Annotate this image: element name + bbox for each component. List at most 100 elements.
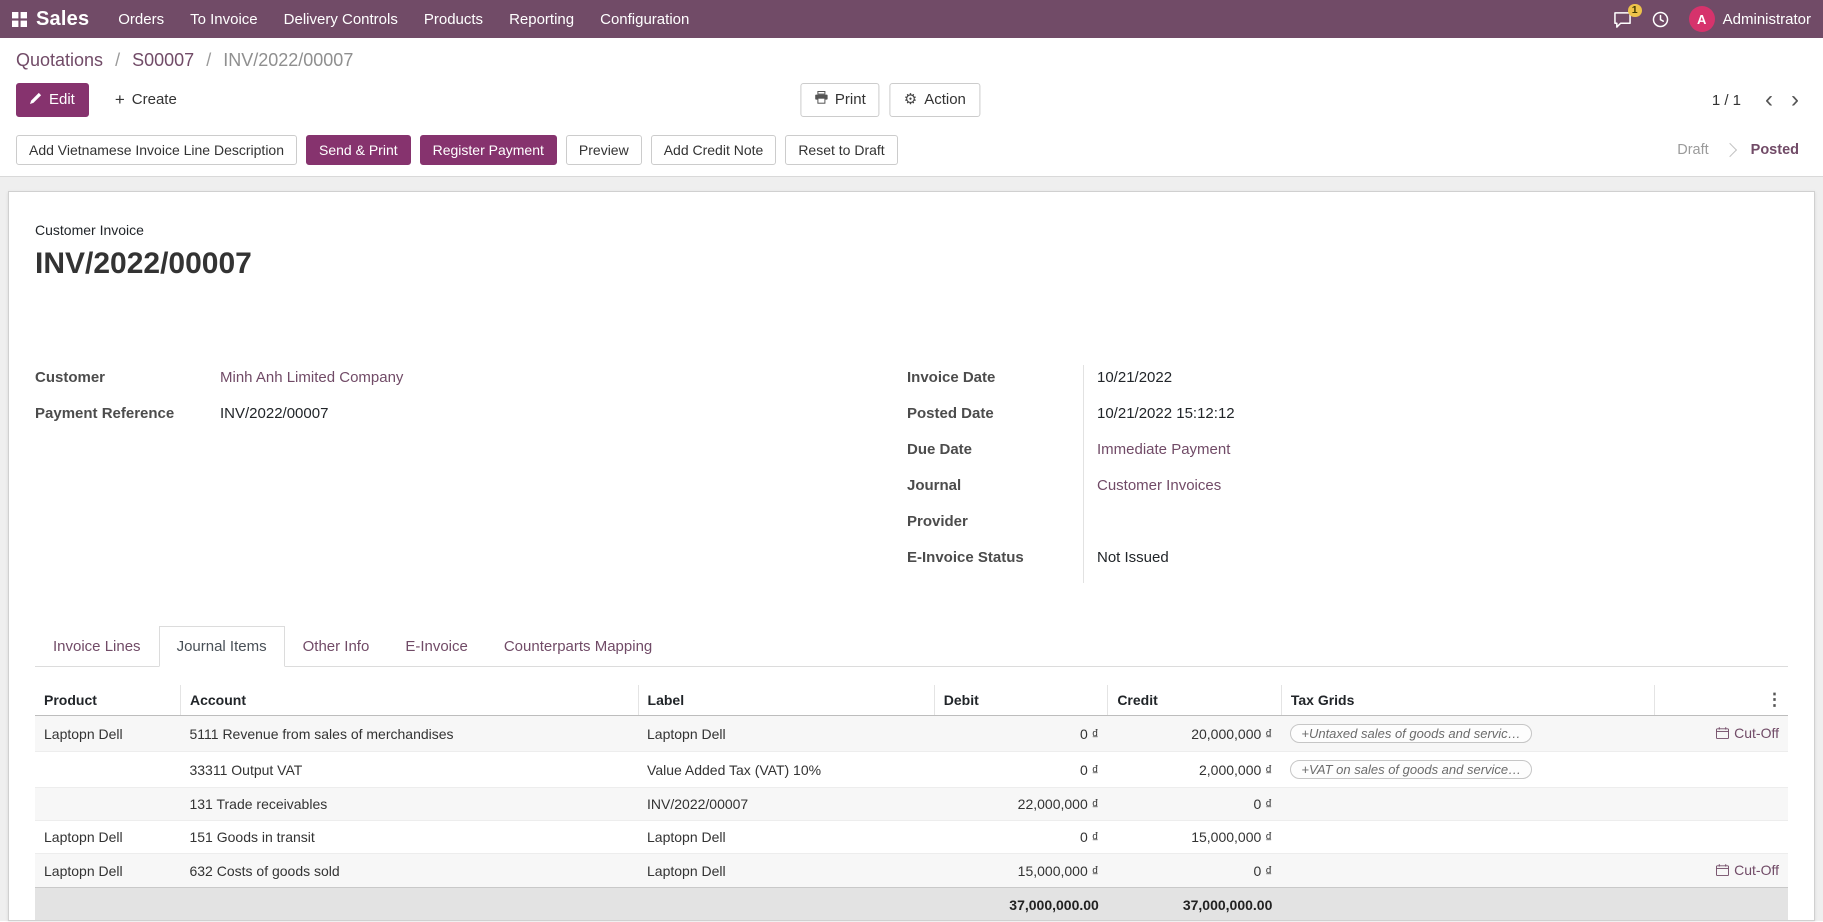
top-navbar: Sales Orders To Invoice Delivery Control… (0, 0, 1823, 38)
table-row[interactable]: 33311 Output VAT Value Added Tax (VAT) 1… (35, 752, 1788, 788)
gear-icon: ⚙ (904, 90, 917, 110)
column-header-credit[interactable]: Credit (1108, 685, 1282, 716)
totals-empty (638, 888, 934, 922)
cell-label: Laptopn Dell (638, 854, 934, 888)
avatar: A (1689, 6, 1715, 32)
customer-link[interactable]: Minh Anh Limited Company (220, 369, 403, 386)
tab-journal-items[interactable]: Journal Items (159, 626, 285, 667)
column-header-tax-grids[interactable]: Tax Grids (1281, 685, 1654, 716)
pager-previous-icon[interactable]: ‹ (1757, 90, 1781, 110)
nav-menu-orders[interactable]: Orders (105, 1, 177, 38)
nav-menu-reporting[interactable]: Reporting (496, 1, 587, 38)
cell-product: Laptopn Dell (35, 821, 180, 854)
field-customer: Customer Minh Anh Limited Company (35, 369, 907, 391)
cell-credit: 20,000,000 ₫ (1108, 716, 1282, 752)
cell-account: 5111 Revenue from sales of merchandises (180, 716, 638, 752)
add-vietnamese-line-description-button[interactable]: Add Vietnamese Invoice Line Description (16, 135, 297, 165)
left-field-group: Customer Minh Anh Limited Company Paymen… (35, 369, 907, 585)
column-header-debit[interactable]: Debit (934, 685, 1108, 716)
nav-menu-configuration[interactable]: Configuration (587, 1, 702, 38)
apps-grid-icon[interactable] (12, 12, 27, 27)
tab-e-invoice[interactable]: E-Invoice (387, 626, 486, 667)
table-row[interactable]: Laptopn Dell 632 Costs of goods sold Lap… (35, 854, 1788, 888)
tab-other-info[interactable]: Other Info (285, 626, 388, 667)
breadcrumb-separator: / (206, 50, 211, 70)
cutoff-button[interactable]: Cut-Off (1716, 862, 1779, 878)
cutoff-button[interactable]: Cut-Off (1716, 725, 1779, 741)
table-row[interactable]: 131 Trade receivables INV/2022/00007 22,… (35, 788, 1788, 821)
statusbar-buttons: Add Vietnamese Invoice Line Description … (16, 135, 898, 165)
field-due-date: Due Date Immediate Payment (907, 441, 1788, 463)
optional-columns-icon[interactable]: ⋮ (1766, 690, 1783, 710)
total-credit: 37,000,000.00 (1108, 888, 1282, 922)
breadcrumb-sale-order[interactable]: S00007 (132, 50, 194, 70)
pager-next-icon[interactable]: › (1783, 90, 1807, 110)
cell-tax-grids (1281, 854, 1654, 888)
column-header-product[interactable]: Product (35, 685, 180, 716)
cell-cutoff (1655, 788, 1788, 821)
user-menu[interactable]: A Administrator (1689, 6, 1811, 32)
breadcrumb-quotations[interactable]: Quotations (16, 50, 103, 70)
action-buttons: Print ⚙ Action (800, 83, 980, 117)
add-credit-note-button[interactable]: Add Credit Note (651, 135, 777, 165)
print-button[interactable]: Print (800, 83, 880, 117)
cell-tax-grids (1281, 788, 1654, 821)
cell-debit: 0 ₫ (934, 821, 1108, 854)
cell-tax-grids: +VAT on sales of goods and service… (1281, 752, 1654, 788)
pencil-icon (30, 90, 42, 110)
payment-reference-value: INV/2022/00007 (220, 405, 328, 422)
right-field-group: Invoice Date 10/21/2022 Posted Date 10/2… (907, 369, 1788, 585)
activities-clock-icon[interactable] (1652, 11, 1669, 28)
field-label: Journal (907, 477, 1083, 494)
cell-tax-grids: +Untaxed sales of goods and servic… (1281, 716, 1654, 752)
navbar-left: Sales Orders To Invoice Delivery Control… (12, 1, 702, 38)
preview-button[interactable]: Preview (566, 135, 642, 165)
cell-cutoff: Cut-Off (1655, 854, 1788, 888)
einvoice-status-value: Not Issued (1097, 549, 1169, 566)
reset-to-draft-button[interactable]: Reset to Draft (785, 135, 897, 165)
totals-empty (35, 888, 180, 922)
totals-empty (1655, 888, 1788, 922)
journal-items-table: Product Account Label Debit Credit Tax G… (35, 685, 1788, 921)
totals-empty (1281, 888, 1654, 922)
status-draft[interactable]: Draft (1677, 142, 1708, 158)
send-and-print-button[interactable]: Send & Print (306, 135, 411, 165)
cell-account: 33311 Output VAT (180, 752, 638, 788)
app-name[interactable]: Sales (36, 8, 89, 31)
cell-account: 131 Trade receivables (180, 788, 638, 821)
payment-terms-link[interactable]: Immediate Payment (1097, 441, 1230, 458)
invoice-date-value: 10/21/2022 (1097, 369, 1172, 386)
table-row[interactable]: Laptopn Dell 151 Goods in transit Laptop… (35, 821, 1788, 854)
journal-link[interactable]: Customer Invoices (1097, 477, 1221, 494)
status-posted[interactable]: Posted (1751, 142, 1799, 158)
edit-button[interactable]: Edit (16, 83, 89, 117)
messages-icon[interactable]: 1 (1613, 11, 1632, 28)
cutoff-button-label: Cut-Off (1734, 862, 1779, 878)
totals-row: 37,000,000.00 37,000,000.00 (35, 888, 1788, 922)
nav-menu-to-invoice[interactable]: To Invoice (177, 1, 271, 38)
user-name: Administrator (1723, 11, 1811, 28)
cell-tax-grids (1281, 821, 1654, 854)
column-header-label[interactable]: Label (638, 685, 934, 716)
calendar-icon (1716, 864, 1729, 876)
field-groups: Customer Minh Anh Limited Company Paymen… (35, 369, 1788, 585)
totals-empty (180, 888, 638, 922)
tab-invoice-lines[interactable]: Invoice Lines (35, 626, 159, 667)
table-header-row: Product Account Label Debit Credit Tax G… (35, 685, 1788, 716)
pager: 1 / 1 ‹ › (1712, 90, 1807, 110)
control-panel-buttons-row: Edit + Create Print ⚙ Action (16, 83, 1807, 117)
cell-credit: 15,000,000 ₫ (1108, 821, 1282, 854)
cell-credit: 2,000,000 ₫ (1108, 752, 1282, 788)
cell-credit: 0 ₫ (1108, 788, 1282, 821)
action-button[interactable]: ⚙ Action (890, 83, 980, 117)
tab-counterparts-mapping[interactable]: Counterparts Mapping (486, 626, 670, 667)
breadcrumb-current: INV/2022/00007 (223, 50, 353, 70)
tax-grid-tag: +VAT on sales of goods and service… (1290, 760, 1532, 779)
nav-menu-products[interactable]: Products (411, 1, 496, 38)
nav-menu-delivery-controls[interactable]: Delivery Controls (271, 1, 411, 38)
table-row[interactable]: Laptopn Dell 5111 Revenue from sales of … (35, 716, 1788, 752)
create-button[interactable]: + Create (101, 83, 191, 117)
register-payment-button[interactable]: Register Payment (420, 135, 557, 165)
column-header-account[interactable]: Account (180, 685, 638, 716)
pager-value: 1 / 1 (1712, 92, 1741, 109)
